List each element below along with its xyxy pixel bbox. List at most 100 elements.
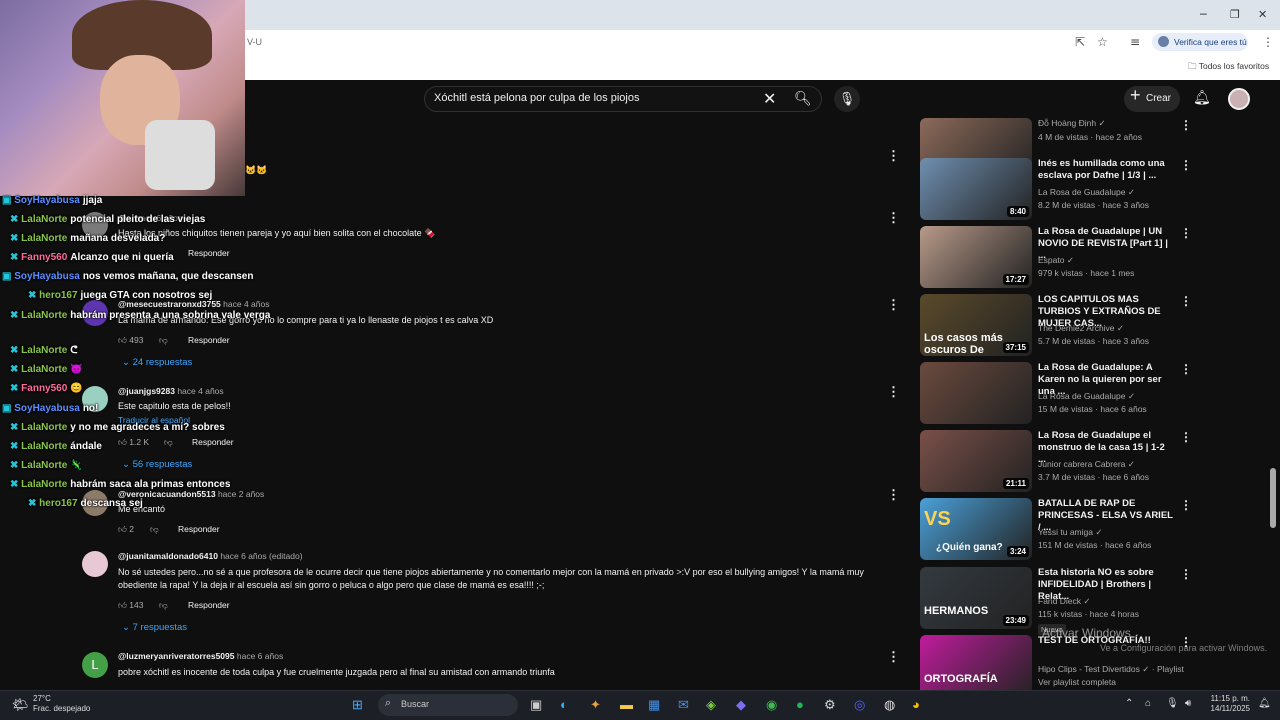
- app-icon[interactable]: ◉: [766, 697, 777, 713]
- tray-overflow-icon[interactable]: ⌃: [1125, 698, 1133, 709]
- reply-button[interactable]: Responder: [178, 524, 220, 534]
- channel-name[interactable]: Espato ✓: [1038, 255, 1074, 266]
- reply-button[interactable]: Responder: [188, 600, 230, 610]
- address-bar[interactable]: V-U: [247, 37, 262, 47]
- related-video[interactable]: 21:11 La Rosa de Guadalupe el monstruo de…: [920, 430, 1192, 494]
- xbox-icon[interactable]: ◈: [706, 697, 716, 713]
- mail-icon[interactable]: ✉: [678, 697, 689, 713]
- reply-button[interactable]: Responder: [188, 248, 230, 258]
- reading-list-icon[interactable]: ≡: [1130, 35, 1140, 49]
- all-favorites-link[interactable]: 🗀 Todos los favoritos: [1188, 61, 1269, 75]
- chat-username[interactable]: hero167: [39, 498, 77, 509]
- task-view-icon[interactable]: ▣: [530, 697, 542, 713]
- verify-profile-button[interactable]: Verifica que eres tú: [1152, 33, 1248, 51]
- channel-name[interactable]: La Rosa de Guadalupe ✓: [1038, 187, 1135, 198]
- steam-icon[interactable]: ⚙: [824, 697, 836, 713]
- video-thumbnail[interactable]: [920, 362, 1032, 424]
- chat-username[interactable]: LalaNorte: [21, 310, 67, 321]
- related-video[interactable]: 17:27 La Rosa de Guadalupe | UN NOVIO DE …: [920, 226, 1192, 290]
- channel-name[interactable]: Junior cabrera Cabrera ✓: [1038, 459, 1135, 470]
- video-thumbnail[interactable]: VS ¿Quién gana? 3:24: [920, 498, 1032, 560]
- file-explorer-icon[interactable]: ▬: [620, 697, 633, 712]
- channel-name[interactable]: Farid Dieck ✓: [1038, 596, 1090, 607]
- chat-username[interactable]: LalaNorte: [21, 233, 67, 244]
- voice-search-icon[interactable]: 🎙︎: [834, 86, 860, 112]
- chat-username[interactable]: LalaNorte: [21, 460, 67, 471]
- network-icon[interactable]: ⌂: [1145, 698, 1151, 709]
- video-thumbnail[interactable]: 8:40: [920, 158, 1032, 220]
- notification-center-icon[interactable]: 🔔︎: [1258, 698, 1271, 709]
- video-menu-icon[interactable]: ⋮: [1180, 362, 1192, 376]
- spotify-icon[interactable]: ●: [796, 697, 804, 712]
- comment-menu-icon[interactable]: ⋮: [887, 210, 900, 226]
- view-replies-button[interactable]: ⌄ 56 respuestas: [122, 459, 192, 470]
- comment-author[interactable]: @juanitamaldonado6410 hace 6 años (edita…: [118, 551, 303, 561]
- taskbar-search[interactable]: Buscar: [378, 694, 518, 716]
- reply-button[interactable]: Responder: [188, 335, 230, 345]
- weather-icon[interactable]: 🌤︎: [12, 697, 29, 713]
- comment-menu-icon[interactable]: ⋮: [887, 148, 900, 164]
- comment-author[interactable]: @juanjgs9283 hace 4 años: [118, 386, 224, 396]
- search-input[interactable]: Xóchitl está pelona por culpa de los pio…: [434, 92, 639, 104]
- video-menu-icon[interactable]: ⋮: [1180, 498, 1192, 512]
- volume-icon[interactable]: 🔊︎: [1185, 698, 1191, 709]
- mic-tray-icon[interactable]: 🎙︎: [1166, 698, 1179, 709]
- clear-search-icon[interactable]: ✕: [763, 89, 776, 109]
- video-thumbnail[interactable]: ORTOGRAFÍA: [920, 635, 1032, 697]
- install-app-icon[interactable]: ⇱: [1075, 35, 1085, 49]
- comment-menu-icon[interactable]: ⋮: [887, 649, 900, 665]
- account-avatar[interactable]: [1228, 88, 1250, 110]
- maximize-icon[interactable]: ❐: [1230, 8, 1240, 21]
- video-thumbnail[interactable]: Los casos más oscuros De 37:15: [920, 294, 1032, 356]
- scrollbar[interactable]: [1270, 468, 1276, 528]
- video-menu-icon[interactable]: ⋮: [1180, 294, 1192, 308]
- minimize-icon[interactable]: ─: [1200, 8, 1207, 21]
- related-video[interactable]: 8:40 Inés es humillada como una esclava p…: [920, 158, 1192, 222]
- video-thumbnail[interactable]: 17:27: [920, 226, 1032, 288]
- reply-button[interactable]: Responder: [192, 437, 234, 447]
- video-menu-icon[interactable]: ⋮: [1180, 158, 1192, 172]
- chat-username[interactable]: Fanny560: [21, 383, 67, 394]
- chat-username[interactable]: LalaNorte: [21, 364, 67, 375]
- channel-name[interactable]: Yessi tu amiga ✓: [1038, 527, 1102, 538]
- chat-username[interactable]: LalaNorte: [21, 422, 67, 433]
- video-title[interactable]: Inés es humillada como una esclava por D…: [1038, 158, 1174, 182]
- view-replies-button[interactable]: ⌄ 7 respuestas: [122, 622, 187, 633]
- related-video[interactable]: Los casos más oscuros De 37:15 LOS CAPITUL…: [920, 294, 1192, 358]
- video-menu-icon[interactable]: ⋮: [1180, 430, 1192, 444]
- like-button[interactable]: 👍︎ 143: [118, 600, 143, 611]
- dislike-icon[interactable]: 👎︎: [164, 437, 173, 448]
- chat-username[interactable]: LalaNorte: [21, 214, 67, 225]
- start-icon[interactable]: ⊞: [352, 697, 363, 713]
- channel-name[interactable]: The Demie2 Archive ✓: [1038, 323, 1124, 334]
- channel-name[interactable]: Đỗ Hoàng Định ✓: [1038, 118, 1106, 129]
- chat-username[interactable]: LalaNorte: [21, 479, 67, 490]
- video-thumbnail[interactable]: HERMANOS 23:49: [920, 567, 1032, 629]
- like-button[interactable]: 👍︎ 2: [118, 524, 134, 535]
- like-button[interactable]: 👍︎ 493: [118, 335, 143, 346]
- comment-menu-icon[interactable]: ⋮: [887, 487, 900, 503]
- notifications-icon[interactable]: 🔔︎: [1193, 89, 1211, 106]
- edge-icon[interactable]: ◐: [560, 697, 568, 712]
- copilot-icon[interactable]: ✦: [590, 697, 601, 713]
- related-video[interactable]: HERMANOS 23:49 Esta historia NO es sobre I…: [920, 567, 1192, 635]
- video-menu-icon[interactable]: ⋮: [1180, 118, 1192, 132]
- dislike-icon[interactable]: 👎︎: [150, 524, 159, 535]
- teams-icon[interactable]: ◆: [736, 697, 746, 713]
- weather-widget[interactable]: 27°C Frac. despejado: [33, 694, 90, 714]
- browser-menu-icon[interactable]: ⋮: [1262, 35, 1274, 49]
- comment-avatar[interactable]: L: [82, 652, 108, 678]
- bookmark-star-icon[interactable]: ☆: [1097, 35, 1108, 49]
- like-button[interactable]: 👍︎ 1.2 K: [118, 437, 149, 448]
- channel-name[interactable]: La Rosa de Guadalupe ✓: [1038, 391, 1135, 402]
- dislike-icon[interactable]: 👎︎: [159, 600, 168, 611]
- clock[interactable]: 11:15 p. m. 14/11/2025: [1198, 694, 1250, 714]
- chrome-icon[interactable]: ◕: [912, 697, 920, 712]
- video-menu-icon[interactable]: ⋮: [1180, 567, 1192, 581]
- chat-username[interactable]: SoyHayabusa: [14, 195, 80, 206]
- comment-author[interactable]: @luzmeryanriveratorres5095 hace 6 años: [118, 651, 283, 661]
- comment-menu-icon[interactable]: ⋮: [887, 384, 900, 400]
- chat-username[interactable]: LalaNorte: [21, 345, 67, 356]
- discord-icon[interactable]: ◎: [854, 697, 865, 713]
- chat-username[interactable]: SoyHayabusa: [14, 271, 80, 282]
